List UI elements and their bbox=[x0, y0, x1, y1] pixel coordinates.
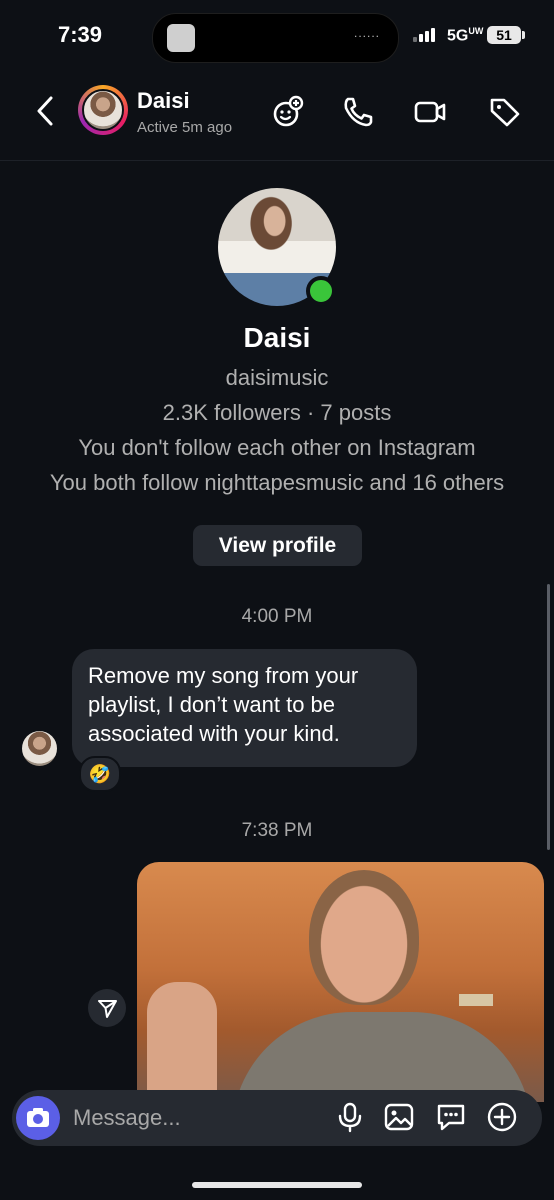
profile-stats: 2.3K followers · 7 posts bbox=[162, 400, 392, 425]
photo-wall-vent bbox=[459, 994, 493, 1006]
photo-body bbox=[232, 1012, 532, 1102]
timestamp: 4:00 PM bbox=[241, 606, 313, 627]
network-label: 5GUW bbox=[447, 26, 484, 45]
share-button[interactable] bbox=[88, 989, 126, 1027]
battery-icon: 51 bbox=[487, 26, 521, 44]
view-profile-button[interactable]: View profile bbox=[193, 525, 362, 566]
tag-icon[interactable] bbox=[488, 95, 522, 129]
online-indicator bbox=[306, 276, 336, 306]
sticker-icon[interactable] bbox=[434, 1100, 468, 1134]
camera-icon bbox=[27, 1108, 49, 1127]
header-avatar[interactable] bbox=[82, 89, 124, 131]
camera-button[interactable] bbox=[16, 1096, 60, 1140]
island-dots: ...... bbox=[353, 26, 380, 40]
microphone-icon[interactable] bbox=[333, 1100, 367, 1134]
active-status: Active 5m ago bbox=[137, 119, 233, 136]
effects-icon[interactable] bbox=[271, 95, 305, 129]
home-indicator[interactable] bbox=[192, 1182, 362, 1188]
battery-tip bbox=[522, 31, 525, 39]
status-time: 7:39 bbox=[58, 22, 103, 47]
timestamp: 7:38 PM bbox=[241, 820, 313, 841]
photo-message[interactable] bbox=[137, 862, 544, 1102]
video-icon[interactable] bbox=[413, 95, 447, 129]
now-playing-thumbnail bbox=[167, 24, 195, 52]
reaction-emoji[interactable]: 🤣 bbox=[79, 756, 121, 792]
plus-icon[interactable] bbox=[485, 1100, 519, 1134]
sender-avatar[interactable] bbox=[22, 731, 57, 766]
header-name[interactable]: Daisi bbox=[137, 88, 190, 114]
back-chevron-icon[interactable] bbox=[34, 94, 58, 128]
message-input[interactable]: Message... bbox=[73, 1105, 181, 1131]
profile-name: Daisi bbox=[243, 322, 311, 353]
message-bubble[interactable]: Remove my song from your playlist, I don… bbox=[72, 649, 417, 767]
signal-icon bbox=[413, 28, 435, 42]
scrollbar[interactable] bbox=[547, 584, 550, 850]
photo-hand bbox=[147, 982, 217, 1102]
send-icon bbox=[98, 1000, 117, 1018]
gallery-icon[interactable] bbox=[382, 1100, 416, 1134]
follow-note: You don't follow each other on Instagram bbox=[78, 435, 476, 460]
dynamic-island: ...... bbox=[152, 13, 399, 63]
mutual-note: You both follow nighttapesmusic and 16 o… bbox=[49, 470, 505, 495]
photo-subject bbox=[309, 870, 419, 1005]
profile-username: daisimusic bbox=[225, 365, 329, 390]
phone-icon[interactable] bbox=[341, 95, 375, 129]
header-divider bbox=[0, 160, 554, 161]
